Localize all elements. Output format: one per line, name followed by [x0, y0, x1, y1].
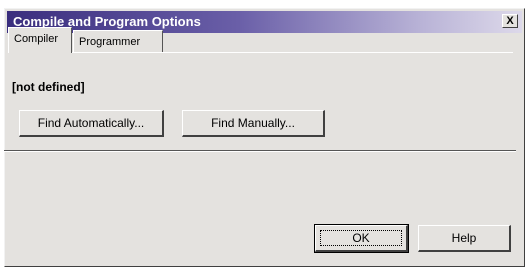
- ok-button[interactable]: OK: [314, 224, 409, 253]
- compiler-status-text: [not defined]: [12, 80, 85, 94]
- close-icon: X: [506, 15, 514, 27]
- help-button[interactable]: Help: [418, 225, 511, 252]
- tab-programmer-label: Programmer: [79, 36, 141, 48]
- tab-compiler[interactable]: Compiler: [8, 27, 72, 53]
- find-automatically-button[interactable]: Find Automatically...: [19, 110, 164, 137]
- tab-compiler-label: Compiler: [14, 33, 59, 45]
- find-manually-button[interactable]: Find Manually...: [182, 110, 325, 137]
- separator-line: [4, 150, 516, 152]
- tab-programmer[interactable]: Programmer: [73, 30, 163, 53]
- focus-ring: [320, 230, 402, 246]
- close-button[interactable]: X: [502, 14, 518, 28]
